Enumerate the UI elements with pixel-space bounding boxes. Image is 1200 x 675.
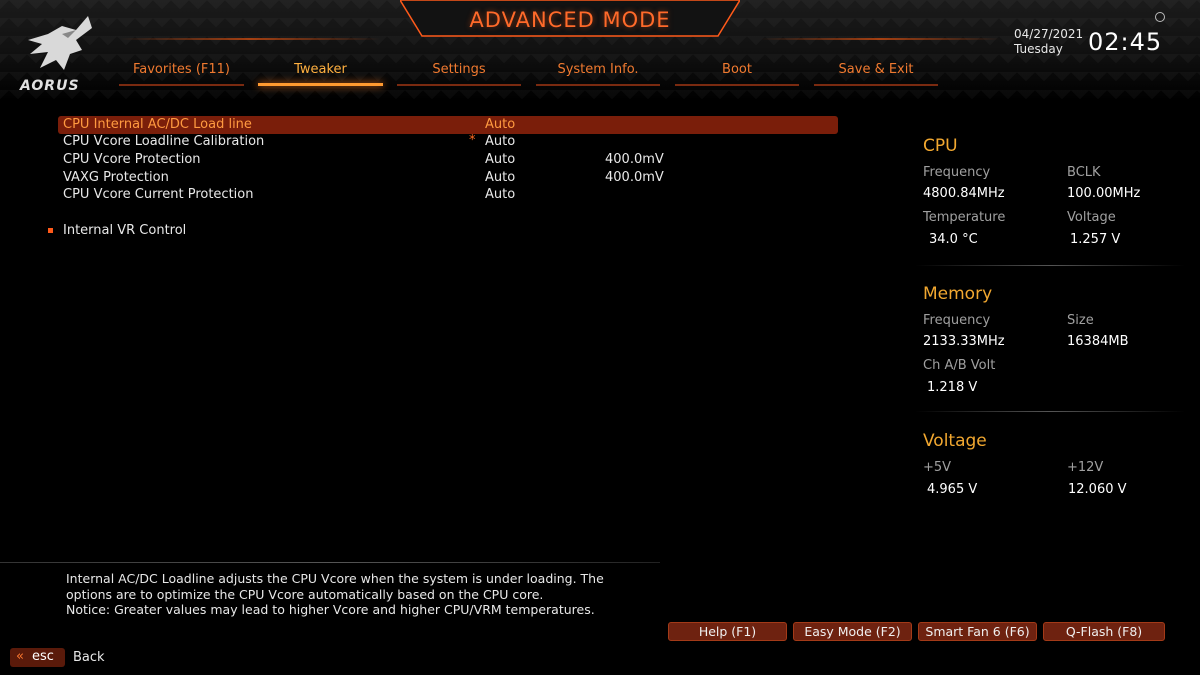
tab-underline — [397, 84, 521, 86]
help-line: Internal AC/DC Loadline adjusts the CPU … — [66, 571, 604, 586]
help-button[interactable]: Help (F1) — [668, 622, 787, 641]
header-bar: AORUS ADVANCED MODE 04/27/2021 Tuesday 0… — [0, 0, 1200, 100]
setting-row-cpu-internal-acdc-load-line[interactable]: CPU Internal AC/DC Load line Auto — [58, 116, 838, 134]
submenu-label: Internal VR Control — [63, 223, 187, 238]
header-streak — [760, 38, 1000, 40]
voltage-heading: Voltage — [923, 431, 987, 451]
tab-label: Boot — [722, 62, 752, 77]
tab-underline — [119, 84, 244, 86]
submenu-bullet-icon — [48, 228, 53, 233]
panel-divider — [915, 411, 1185, 412]
tab-underline — [258, 83, 383, 86]
bclk-label: BCLK — [1067, 165, 1101, 180]
esc-label: esc — [32, 649, 54, 664]
easy-mode-button[interactable]: Easy Mode (F2) — [793, 622, 912, 641]
setting-value: Auto — [485, 134, 516, 149]
memory-frequency-label: Frequency — [923, 313, 991, 328]
cpu-voltage-value: 1.257 V — [1070, 232, 1121, 247]
date-text: 04/27/2021 — [1014, 27, 1084, 41]
plus12v-value: 12.060 V — [1068, 482, 1127, 497]
help-line: options are to optimize the CPU Vcore au… — [66, 586, 544, 602]
setting-row-vaxg-protection[interactable]: VAXG Protection Auto 400.0mV — [58, 169, 838, 187]
setting-label: CPU Vcore Protection — [63, 152, 201, 167]
setting-row-cpu-vcore-current-protection[interactable]: CPU Vcore Current Protection Auto — [58, 186, 838, 204]
cpu-frequency-value: 4800.84MHz — [923, 186, 1005, 201]
setting-value: Auto — [485, 117, 516, 132]
aorus-logo-text: AORUS — [20, 78, 80, 94]
day-text: Tuesday — [1014, 42, 1063, 56]
tab-underline — [814, 84, 938, 86]
setting-value: Auto — [485, 152, 516, 167]
smart-fan-button[interactable]: Smart Fan 6 (F6) — [918, 622, 1037, 641]
help-line: Notice: Greater values may lead to highe… — [66, 602, 595, 617]
tab-favorites[interactable]: Favorites (F11) — [119, 62, 244, 86]
cpu-info-panel: CPU Frequency BCLK 4800.84MHz 100.00MHz … — [915, 136, 1185, 266]
modified-star-icon: * — [469, 133, 476, 148]
setting-current-reading: 400.0mV — [605, 152, 664, 167]
memory-volt-value: 1.218 V — [927, 380, 978, 395]
cpu-voltage-label: Voltage — [1067, 210, 1116, 225]
plus12v-label: +12V — [1067, 460, 1104, 475]
tab-label: Favorites (F11) — [132, 62, 231, 77]
memory-heading: Memory — [923, 284, 993, 304]
tab-tweaker[interactable]: Tweaker — [258, 62, 383, 86]
setting-label: CPU Internal AC/DC Load line — [63, 117, 252, 132]
memory-volt-label: Ch A/B Volt — [923, 358, 996, 373]
memory-size-label: Size — [1067, 313, 1094, 328]
double-chevron-left-icon: « — [16, 649, 24, 664]
registered-icon — [1155, 12, 1165, 22]
date-display: 04/27/2021 Tuesday — [1014, 27, 1083, 57]
memory-frequency-value: 2133.33MHz — [923, 334, 1005, 349]
tab-label: Settings — [432, 62, 486, 77]
help-divider — [0, 562, 660, 563]
setting-value: Auto — [485, 170, 516, 185]
setting-label: VAXG Protection — [63, 170, 169, 185]
panel-divider — [915, 265, 1185, 266]
clock-display: 02:45 — [1088, 28, 1163, 56]
tab-underline — [675, 84, 799, 86]
plus5v-value: 4.965 V — [927, 482, 978, 497]
plus5v-label: +5V — [923, 460, 952, 475]
page-title: ADVANCED MODE — [469, 8, 671, 32]
help-description: Internal AC/DC Loadline adjusts the CPU … — [66, 571, 646, 618]
bclk-value: 100.00MHz — [1067, 186, 1141, 201]
setting-row-cpu-vcore-protection[interactable]: CPU Vcore Protection Auto 400.0mV — [58, 151, 838, 169]
setting-label: CPU Vcore Loadline Calibration — [63, 134, 265, 149]
setting-value: Auto — [485, 187, 516, 202]
memory-info-panel: Memory Frequency Size 2133.33MHz 16384MB… — [915, 284, 1185, 414]
tab-label: System Info. — [557, 62, 639, 77]
tab-underline — [536, 84, 660, 86]
setting-label: CPU Vcore Current Protection — [63, 187, 254, 202]
tab-settings[interactable]: Settings — [397, 62, 521, 86]
voltage-info-panel: Voltage +5V +12V 4.965 V 12.060 V — [915, 431, 1185, 511]
header-streak — [120, 38, 380, 40]
tab-label: Save & Exit — [838, 62, 914, 77]
memory-size-value: 16384MB — [1067, 334, 1129, 349]
tab-save-exit[interactable]: Save & Exit — [814, 62, 938, 86]
back-button[interactable]: Back — [73, 650, 105, 665]
setting-row-cpu-vcore-loadline-calibration[interactable]: CPU Vcore Loadline Calibration * Auto — [58, 133, 838, 151]
cpu-temperature-label: Temperature — [923, 210, 1006, 225]
cpu-frequency-label: Frequency — [923, 165, 991, 180]
cpu-heading: CPU — [923, 136, 958, 156]
tab-boot[interactable]: Boot — [675, 62, 799, 86]
tab-system-info[interactable]: System Info. — [536, 62, 660, 86]
tab-label: Tweaker — [294, 62, 347, 77]
cpu-temperature-value: 34.0 °C — [929, 232, 978, 247]
esc-key-button[interactable]: « esc — [10, 648, 65, 667]
setting-current-reading: 400.0mV — [605, 170, 664, 185]
q-flash-button[interactable]: Q-Flash (F8) — [1043, 622, 1165, 641]
